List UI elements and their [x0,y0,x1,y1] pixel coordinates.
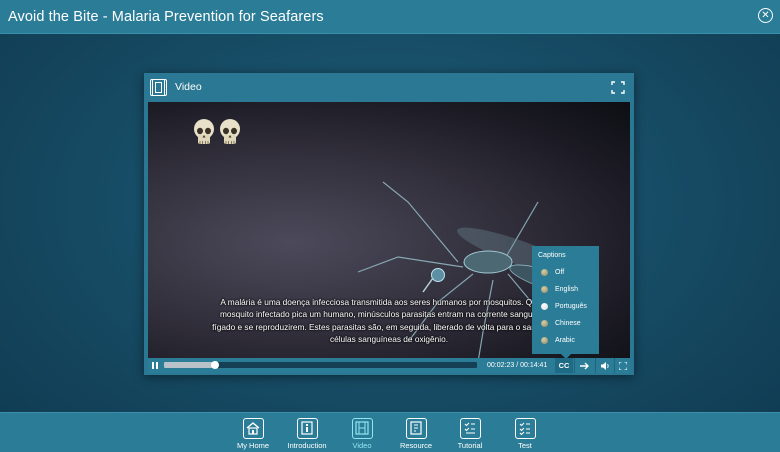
caption-option-label: Chinese [555,319,581,327]
skull-icon [194,119,214,144]
radio-selected-icon[interactable] [541,302,548,310]
panel-title: Video [175,81,202,93]
caption-option-label: Off [555,268,565,276]
seek-bar[interactable] [164,360,477,369]
film-icon [351,418,373,439]
caption-option-label: Arabic [555,336,575,344]
app-title: Avoid the Bite - Malaria Prevention for … [8,8,324,25]
captions-menu: Captions Off English Português Chinese A… [532,246,599,358]
player-controls: 00:02:23 / 00:14:41 CC [148,358,630,373]
caption-option-label: Português [555,302,587,310]
home-icon [242,418,264,439]
cc-button[interactable]: CC [555,358,573,373]
document-icon [405,418,427,439]
nav-label: Introduction [287,441,327,450]
nav-item-tutorial[interactable]: Tutorial [440,413,500,452]
radio-icon[interactable] [541,336,548,344]
caption-option-label: English [555,285,578,293]
checklist-icon [459,418,481,439]
divider [595,358,596,373]
skull-icon [220,119,240,144]
nav-label: My Home [236,441,270,450]
seek-handle[interactable] [210,360,219,369]
volume-button[interactable] [598,358,612,373]
film-icon [150,79,167,96]
nav-item-test[interactable]: Test [495,413,555,452]
pause-icon[interactable] [152,362,158,369]
video-panel: Video A malária é uma doença infecciosa … [144,73,634,375]
caption-option-off[interactable]: Off [541,266,564,278]
captions-title: Captions [538,252,566,259]
bottom-nav: My Home Introduction Video Resource Tuto… [0,412,780,452]
test-icon [514,418,536,439]
time-display: 00:02:23 / 00:14:41 [487,361,548,369]
info-icon [296,418,318,439]
nav-label: Video [352,441,372,450]
caption-option-chinese[interactable]: Chinese [541,317,581,329]
cc-icon: CC [558,361,570,370]
seek-progress [164,362,215,368]
radio-icon[interactable] [541,285,548,293]
caption-option-english[interactable]: English [541,283,578,295]
fullscreen-button[interactable] [616,358,629,373]
nav-item-introduction[interactable]: Introduction [277,413,337,452]
expand-icon[interactable] [611,81,625,94]
nav-item-resource[interactable]: Resource [386,413,446,452]
app-header: Avoid the Bite - Malaria Prevention for … [0,0,780,34]
nav-label: Tutorial [457,441,483,450]
divider [614,358,615,373]
skull-icons [192,118,242,148]
caption-option-arabic[interactable]: Arabic [541,334,575,346]
radio-icon[interactable] [541,319,548,327]
volume-icon [600,361,609,370]
fullscreen-icon [618,361,627,370]
caption-option-portugues[interactable]: Português [541,300,587,312]
radio-icon[interactable] [541,268,548,276]
close-icon[interactable]: ✕ [758,8,773,23]
nav-item-video[interactable]: Video [332,413,392,452]
panel-header: Video [144,73,634,102]
video-frame[interactable]: A malária é uma doença infecciosa transm… [148,102,630,358]
next-button[interactable] [577,358,593,373]
nav-item-my-home[interactable]: My Home [223,413,283,452]
nav-label: Test [518,441,532,450]
divider [574,358,575,373]
nav-label: Resource [399,441,433,450]
next-arrow-icon [580,362,589,369]
